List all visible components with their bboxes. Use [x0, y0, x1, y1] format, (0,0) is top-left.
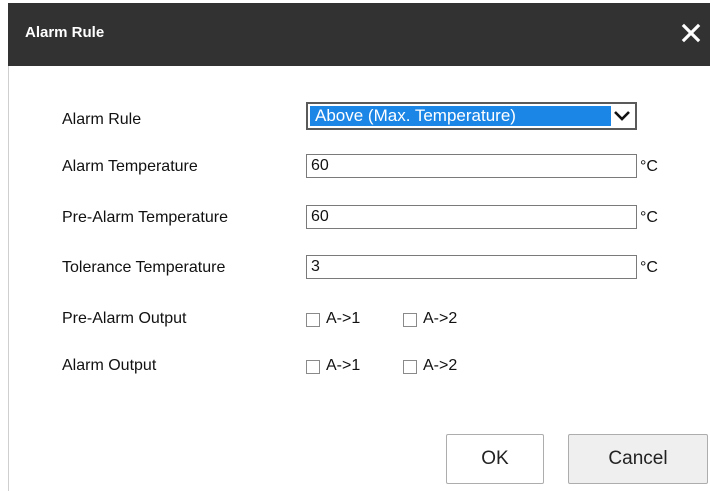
tolerance-temperature-unit: °C — [640, 259, 658, 276]
alarm-output-a2-label: A->2 — [423, 357, 458, 374]
pre-alarm-temperature-unit: °C — [640, 209, 658, 226]
pre-alarm-output-a2-label: A->2 — [423, 310, 458, 327]
dialog-border — [8, 66, 9, 491]
alarm-temperature-input[interactable]: 60 — [306, 154, 637, 178]
pre-alarm-output-a2-checkbox[interactable] — [403, 313, 417, 327]
alarm-rule-selected-value: Above (Max. Temperature) — [310, 106, 611, 126]
pre-alarm-output-a1-label: A->1 — [326, 310, 361, 327]
alarm-temperature-unit: °C — [640, 158, 658, 175]
pre-alarm-temperature-label: Pre-Alarm Temperature — [62, 209, 228, 226]
tolerance-temperature-input[interactable]: 3 — [306, 255, 637, 279]
alarm-output-a2-checkbox[interactable] — [403, 360, 417, 374]
tolerance-temperature-label: Tolerance Temperature — [62, 259, 226, 276]
pre-alarm-output-a1-checkbox[interactable] — [306, 313, 320, 327]
pre-alarm-output-label: Pre-Alarm Output — [62, 310, 187, 327]
pre-alarm-temperature-input[interactable]: 60 — [306, 205, 637, 229]
cancel-button[interactable]: Cancel — [568, 434, 708, 484]
alarm-output-label: Alarm Output — [62, 357, 157, 374]
alarm-rule-select[interactable]: Above (Max. Temperature) — [306, 102, 637, 130]
dialog-title: Alarm Rule — [25, 24, 105, 41]
dialog-title-bar: Alarm Rule — [8, 3, 710, 66]
chevron-down-icon[interactable] — [610, 105, 634, 127]
alarm-rule-dialog: Alarm Rule Alarm Rule Above (Max. Temper… — [0, 0, 710, 491]
close-icon[interactable] — [677, 17, 705, 47]
alarm-output-a1-label: A->1 — [326, 357, 361, 374]
ok-button[interactable]: OK — [446, 434, 544, 484]
alarm-output-a1-checkbox[interactable] — [306, 360, 320, 374]
alarm-temperature-label: Alarm Temperature — [62, 158, 198, 175]
alarm-rule-label: Alarm Rule — [62, 111, 142, 128]
